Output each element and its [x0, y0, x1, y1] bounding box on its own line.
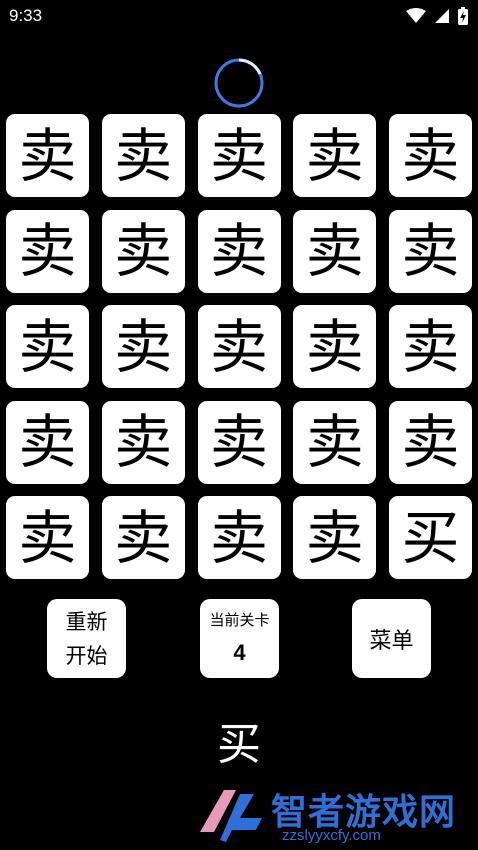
grid-tile[interactable]: 卖	[389, 400, 472, 484]
grid-tile[interactable]: 卖	[293, 114, 377, 197]
grid-tile[interactable]: 卖	[6, 209, 89, 293]
grid-tile[interactable]: 卖	[197, 305, 281, 388]
restart-button[interactable]: 重新 开始	[47, 599, 126, 678]
current-level-panel: 当前关卡 4	[200, 599, 279, 678]
grid-tile[interactable]: 卖	[197, 114, 281, 197]
game-screen: 9:33 卖卖卖卖卖卖卖卖卖卖卖卖卖卖卖卖卖卖卖卖卖卖卖卖买 重新 开始 当前关…	[0, 0, 478, 850]
grid-tile[interactable]: 卖	[197, 209, 281, 293]
character-grid: 卖卖卖卖卖卖卖卖卖卖卖卖卖卖卖卖卖卖卖卖卖卖卖卖买	[6, 114, 472, 579]
restart-label-line1: 重新	[65, 609, 108, 634]
menu-button[interactable]: 菜单	[352, 599, 431, 678]
grid-tile[interactable]: 卖	[6, 496, 89, 579]
grid-tile[interactable]: 卖	[6, 305, 89, 388]
grid-tile[interactable]: 买	[389, 496, 472, 579]
watermark-url: zzslyyxcfy.com	[282, 827, 381, 844]
grid-tile[interactable]: 卖	[6, 114, 89, 197]
grid-tile[interactable]: 卖	[101, 305, 185, 388]
status-icons	[406, 7, 468, 25]
grid-tile[interactable]: 卖	[293, 209, 377, 293]
grid-tile[interactable]: 卖	[101, 496, 185, 579]
signal-icon	[435, 9, 449, 23]
grid-tile[interactable]: 卖	[197, 496, 281, 579]
grid-tile[interactable]: 卖	[293, 305, 377, 388]
grid-tile[interactable]: 卖	[6, 400, 89, 484]
grid-tile[interactable]: 卖	[389, 209, 472, 293]
grid-tile[interactable]: 卖	[389, 305, 472, 388]
status-bar: 9:33	[0, 0, 478, 34]
target-character: 买	[217, 719, 261, 770]
restart-label-line2: 开始	[65, 643, 108, 668]
grid-tile[interactable]: 卖	[101, 400, 185, 484]
level-number: 4	[233, 640, 246, 665]
battery-charging-icon	[458, 7, 468, 25]
grid-tile[interactable]: 卖	[293, 496, 377, 579]
grid-tile[interactable]: 卖	[389, 114, 472, 197]
grid-tile[interactable]: 卖	[101, 209, 185, 293]
menu-label: 菜单	[369, 628, 414, 654]
grid-tile[interactable]: 卖	[197, 400, 281, 484]
grid-tile[interactable]: 卖	[293, 400, 377, 484]
loading-spinner-icon	[214, 58, 264, 108]
wifi-icon	[406, 8, 426, 23]
level-label: 当前关卡	[209, 611, 270, 629]
status-time: 9:33	[9, 6, 43, 25]
grid-tile[interactable]: 卖	[101, 114, 185, 197]
watermark-logo-icon	[200, 790, 262, 842]
watermark: 智者游戏网 zzslyyxcfy.com	[196, 780, 478, 850]
